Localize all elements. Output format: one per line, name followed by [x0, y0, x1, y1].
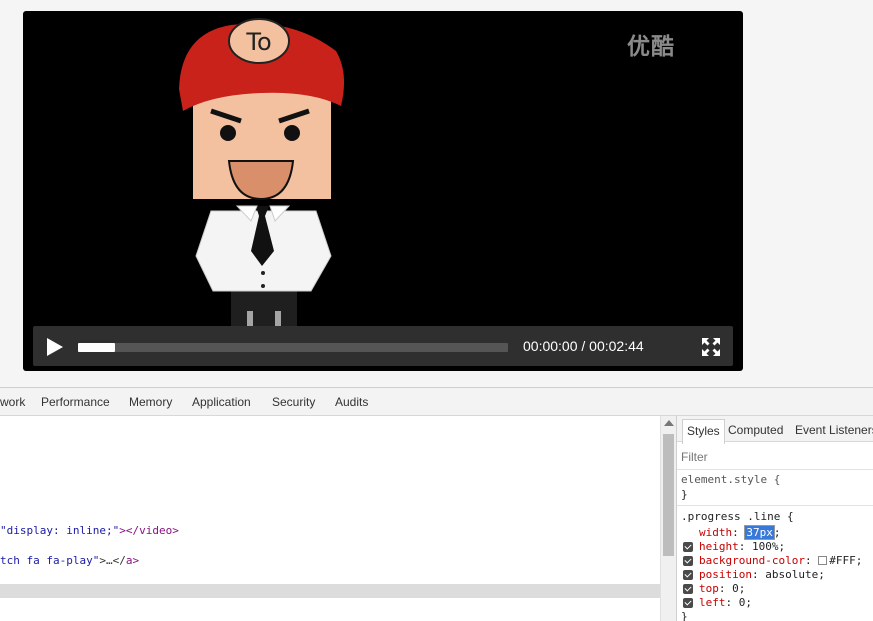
decl-background-color[interactable]: background-color: #FFF; [699, 554, 862, 567]
decl-value[interactable]: 0 [732, 582, 739, 595]
tab-security[interactable]: Security [272, 395, 315, 409]
rule-close: } [681, 610, 688, 621]
decl-property: background-color [699, 554, 805, 567]
cap-text: To [245, 28, 271, 56]
element-style-selector[interactable]: element.style { [681, 473, 780, 486]
cartoon-character: To [179, 18, 345, 361]
checkbox-icon[interactable] [683, 570, 693, 580]
styles-pane: Styles Computed Event Listeners element.… [676, 416, 873, 621]
decl-value[interactable]: 0 [739, 596, 746, 609]
attr-value: tch fa fa-play" [0, 554, 100, 567]
styles-filter-input[interactable] [681, 449, 871, 465]
devtools-panel: work Performance Memory Application Secu… [0, 387, 873, 621]
decl-width[interactable]: width: 37px; [699, 525, 781, 540]
decl-value[interactable]: #FFF [829, 554, 856, 567]
color-swatch-icon[interactable] [818, 556, 828, 565]
youku-watermark: 优酷 [627, 34, 675, 60]
page: 优酷 To 00:00:00 / 00:02:44 work Performan… [0, 0, 873, 621]
decl-property: width [699, 526, 733, 539]
decl-value[interactable]: 100% [752, 540, 779, 553]
tab-styles[interactable]: Styles [682, 419, 725, 444]
video-player[interactable]: 优酷 To 00:00:00 / 00:02:44 [23, 11, 743, 371]
tab-performance[interactable]: Performance [41, 395, 110, 409]
horizontal-scrollbar[interactable] [0, 584, 660, 598]
checkbox-icon[interactable] [683, 584, 693, 594]
tab-computed[interactable]: Computed [728, 423, 783, 437]
decl-value-editing[interactable]: 37px [744, 525, 775, 540]
decl-left[interactable]: left: 0; [699, 596, 752, 609]
fullscreen-icon[interactable] [701, 337, 721, 357]
scroll-up-icon[interactable] [664, 420, 674, 426]
dom-line-anchor[interactable]: tch fa fa-play">…</a> [0, 554, 139, 567]
close-tag: a> [125, 554, 140, 567]
decl-property: top [699, 582, 719, 595]
decl-property: left [699, 596, 726, 609]
decl-property: position [699, 568, 752, 581]
tab-event-listeners[interactable]: Event Listeners [795, 423, 873, 437]
divider [677, 505, 873, 506]
play-icon[interactable] [43, 336, 65, 358]
decl-top[interactable]: top: 0; [699, 582, 745, 595]
video-controls: 00:00:00 / 00:02:44 [33, 326, 733, 366]
decl-value[interactable]: absolute [765, 568, 818, 581]
divider [677, 469, 873, 470]
styles-tabbar: Styles Computed Event Listeners [677, 416, 873, 444]
time-display: 00:00:00 / 00:02:44 [523, 338, 644, 354]
attr-value: "display: inline;" [0, 524, 120, 537]
tab-memory[interactable]: Memory [129, 395, 172, 409]
devtools-tabbar: work Performance Memory Application Secu… [0, 388, 873, 416]
close-tag: ></video> [119, 524, 179, 537]
progress-line [78, 343, 115, 352]
scroll-thumb[interactable] [663, 434, 674, 556]
element-style-close: } [681, 488, 688, 501]
dom-line-video[interactable]: "display: inline;"></video> [0, 524, 179, 537]
ellipsis: >…</ [99, 554, 126, 567]
checkbox-icon[interactable] [683, 556, 693, 566]
checkbox-icon[interactable] [683, 542, 693, 552]
vertical-scrollbar[interactable] [660, 416, 676, 621]
checkbox-icon[interactable] [683, 598, 693, 608]
rule-selector[interactable]: .progress .line { [681, 510, 794, 523]
decl-position[interactable]: position: absolute; [699, 568, 825, 581]
elements-tree[interactable]: "display: inline;"></video> tch fa fa-pl… [0, 416, 660, 621]
progress-track[interactable] [78, 343, 508, 352]
decl-height[interactable]: height: 100%; [699, 540, 785, 553]
decl-property: height [699, 540, 739, 553]
tab-application[interactable]: Application [192, 395, 251, 409]
tab-audits[interactable]: Audits [335, 395, 368, 409]
tab-network[interactable]: work [0, 395, 25, 409]
